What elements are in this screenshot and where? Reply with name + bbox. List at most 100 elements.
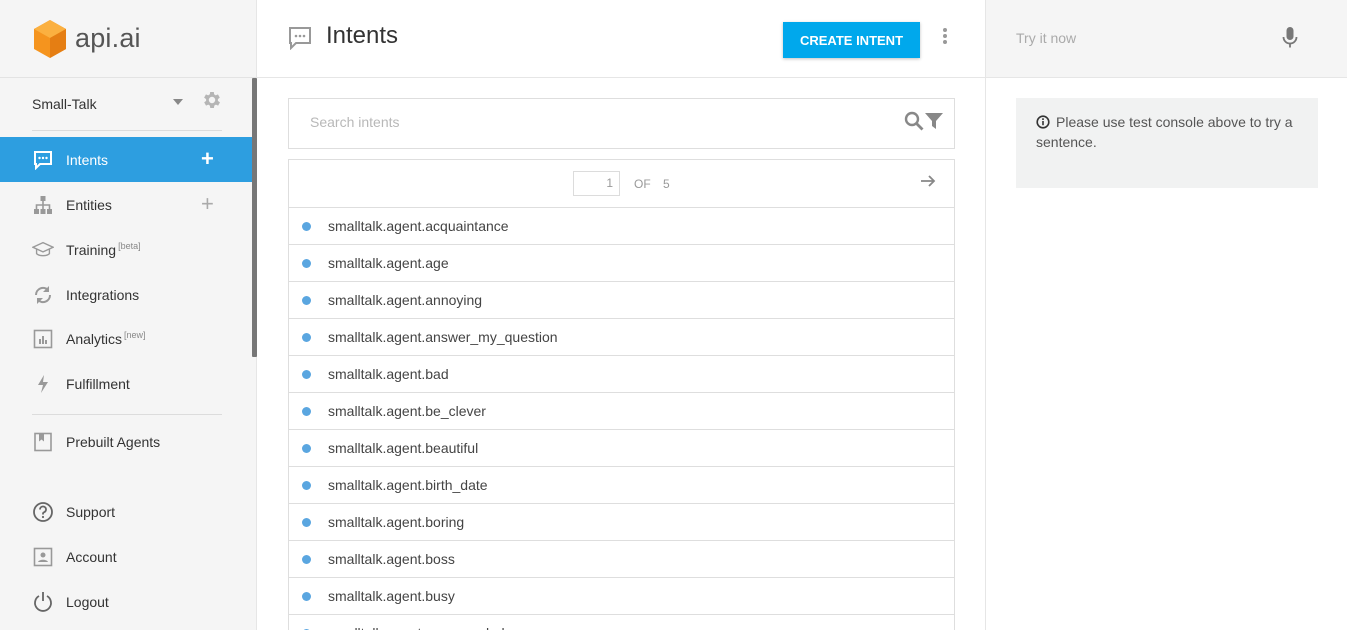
intent-status-dot <box>302 443 311 453</box>
intent-name: smalltalk.agent.bad <box>328 366 449 382</box>
intent-status-dot <box>302 480 311 490</box>
microphone-icon[interactable] <box>1282 26 1298 50</box>
pagination: 1 OF 5 <box>289 160 954 208</box>
sidebar-scrollbar[interactable] <box>252 78 257 357</box>
intent-status-dot <box>302 295 311 305</box>
divider <box>32 414 222 415</box>
sidebar-item-prebuilt-agents[interactable]: Prebuilt Agents <box>0 419 252 464</box>
intent-status-dot <box>302 591 311 601</box>
chat-icon <box>289 27 311 50</box>
search-icon[interactable] <box>904 111 924 131</box>
main-header: Intents CREATE INTENT <box>257 0 985 78</box>
divider <box>32 130 222 131</box>
intent-row[interactable]: smalltalk.agent.acquaintance <box>289 208 954 245</box>
intent-status-dot <box>302 369 311 379</box>
book-icon <box>32 431 54 453</box>
page-number-input[interactable]: 1 <box>573 171 620 196</box>
intent-rows: smalltalk.agent.acquaintance smalltalk.ag… <box>289 208 954 630</box>
brand-name: api.ai <box>75 23 141 53</box>
sidebar-item-label: Prebuilt Agents <box>66 433 161 450</box>
sidebar-item-support[interactable]: Support <box>0 489 252 534</box>
intent-status-dot <box>302 258 311 268</box>
intent-status-dot <box>302 517 311 527</box>
add-entity-plus-icon[interactable]: + <box>201 193 214 215</box>
sidebar-item-label: Fulfillment <box>66 375 130 392</box>
intent-row[interactable]: smalltalk.agent.answer_my_question <box>289 319 954 356</box>
intent-row[interactable]: smalltalk.agent.boring <box>289 504 954 541</box>
bar-chart-icon <box>32 328 54 350</box>
try-it-input[interactable] <box>1016 30 1266 46</box>
intent-status-dot <box>302 554 311 564</box>
page-title: Intents <box>326 22 399 49</box>
intent-name: smalltalk.agent.boring <box>328 514 465 530</box>
sidebar-item-fulfillment[interactable]: Fulfillment <box>0 361 252 406</box>
caret-down-icon[interactable] <box>172 98 184 106</box>
sidebar-item-training[interactable]: Training [beta] <box>0 227 252 272</box>
intent-name: smalltalk.agent.birth_date <box>328 477 488 493</box>
user-card-icon <box>32 546 54 568</box>
hierarchy-icon <box>32 194 54 216</box>
intent-name: smalltalk.agent.annoying <box>328 292 483 308</box>
intent-name: smalltalk.agent.beautiful <box>328 440 479 456</box>
try-it-bar <box>986 0 1347 78</box>
gear-icon[interactable] <box>201 89 223 111</box>
sidebar-item-label: Account <box>66 548 117 565</box>
sidebar-item-logout[interactable]: Logout <box>0 579 252 624</box>
intent-name: smalltalk.agent.boss <box>328 551 455 567</box>
intent-row[interactable]: smalltalk.agent.bad <box>289 356 954 393</box>
intent-row[interactable]: smalltalk.agent.boss <box>289 541 954 578</box>
intent-row[interactable]: smalltalk.agent.beautiful <box>289 430 954 467</box>
agent-name: Small-Talk <box>32 96 97 112</box>
chat-icon <box>32 149 54 171</box>
intent-row[interactable]: smalltalk.agent.can_you_help <box>289 615 954 630</box>
sidebar-item-entities[interactable]: Entities + <box>0 182 252 227</box>
create-intent-button[interactable]: CREATE INTENT <box>783 22 920 58</box>
power-icon <box>32 591 54 613</box>
page-of-label: OF <box>634 177 651 191</box>
intent-row[interactable]: smalltalk.agent.age <box>289 245 954 282</box>
sidebar-item-label: Training <box>66 241 117 258</box>
beta-tag: [beta] <box>118 240 141 251</box>
sidebar-item-analytics[interactable]: Analytics [new] <box>0 316 252 361</box>
intent-status-dot <box>302 332 311 342</box>
intent-status-dot <box>302 406 311 416</box>
test-console-panel: Please use test console above to try a s… <box>985 0 1347 630</box>
lightning-icon <box>32 373 54 395</box>
page-total: 5 <box>663 177 670 191</box>
add-intent-plus-icon[interactable]: + <box>201 148 214 170</box>
sidebar-item-label: Integrations <box>66 286 140 303</box>
more-options-icon[interactable] <box>940 28 950 48</box>
intent-status-dot <box>302 221 311 231</box>
agent-selector[interactable]: Small-Talk <box>0 78 252 130</box>
logo[interactable]: api.ai <box>0 0 256 78</box>
intent-name: smalltalk.agent.busy <box>328 588 455 604</box>
intent-row[interactable]: smalltalk.agent.busy <box>289 578 954 615</box>
info-message: Please use test console above to try a s… <box>1016 98 1318 188</box>
sidebar-item-label: Intents <box>66 151 109 168</box>
info-text: Please use test console above to try a s… <box>1036 114 1293 150</box>
intent-row[interactable]: smalltalk.agent.birth_date <box>289 467 954 504</box>
sidebar-item-account[interactable]: Account <box>0 534 252 579</box>
sidebar-item-integrations[interactable]: Integrations <box>0 272 252 317</box>
sidebar: api.ai Small-Talk Intents + Entities + T… <box>0 0 257 630</box>
intent-name: smalltalk.agent.answer_my_question <box>328 329 558 345</box>
intent-name: smalltalk.agent.acquaintance <box>328 218 509 234</box>
sidebar-item-label: Support <box>66 503 116 520</box>
intent-list: 1 OF 5 smalltalk.agent.acquaintance small… <box>288 159 955 630</box>
filter-icon[interactable] <box>924 111 944 131</box>
sidebar-item-label: Analytics <box>66 330 123 347</box>
graduation-cap-icon <box>32 239 54 261</box>
api-ai-logo-icon <box>34 19 66 58</box>
help-circle-icon <box>32 501 54 523</box>
intent-row[interactable]: smalltalk.agent.be_clever <box>289 393 954 430</box>
intent-row[interactable]: smalltalk.agent.annoying <box>289 282 954 319</box>
arrow-right-icon[interactable] <box>920 174 936 188</box>
search-bar <box>288 98 955 149</box>
new-tag: [new] <box>124 329 146 340</box>
search-input[interactable] <box>310 114 870 130</box>
sync-icon <box>32 284 54 306</box>
sidebar-item-intents[interactable]: Intents + <box>0 137 252 182</box>
intent-name: smalltalk.agent.be_clever <box>328 403 486 419</box>
intent-name: smalltalk.agent.age <box>328 255 449 271</box>
sidebar-item-label: Logout <box>66 593 109 610</box>
